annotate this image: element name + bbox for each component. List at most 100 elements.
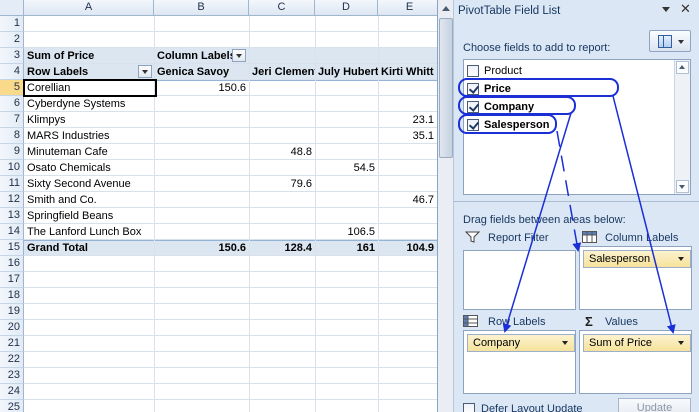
pivot-value-label[interactable]: Sum of Price bbox=[27, 48, 153, 64]
pivot-value-cell[interactable] bbox=[154, 224, 249, 240]
report-filter-area[interactable] bbox=[463, 250, 576, 310]
pivot-value-cell[interactable]: 46.7 bbox=[378, 192, 437, 208]
pivot-value-cell[interactable] bbox=[154, 96, 249, 112]
pivot-value-cell[interactable] bbox=[378, 144, 437, 160]
select-all-corner[interactable] bbox=[0, 0, 24, 16]
pivot-value-cell[interactable] bbox=[154, 112, 249, 128]
pivot-value-cell[interactable] bbox=[315, 144, 378, 160]
pivot-value-cell[interactable] bbox=[378, 80, 437, 96]
row-header[interactable]: 1 bbox=[0, 16, 24, 32]
grand-total-cell[interactable]: 161 bbox=[315, 240, 378, 256]
column-header-b[interactable]: B bbox=[154, 0, 249, 16]
column-header-d[interactable]: D bbox=[315, 0, 378, 16]
row-header[interactable]: 18 bbox=[0, 288, 24, 304]
pivot-value-cell[interactable]: 48.8 bbox=[249, 144, 315, 160]
values-item-sum-of-price[interactable]: Sum of Price bbox=[583, 334, 691, 352]
company-row-label[interactable]: Osato Chemicals bbox=[27, 160, 153, 176]
row-header[interactable]: 11 bbox=[0, 176, 24, 192]
pivot-value-cell[interactable] bbox=[378, 208, 437, 224]
sheet-vertical-scrollbar[interactable] bbox=[438, 0, 454, 412]
pivot-value-cell[interactable] bbox=[315, 176, 378, 192]
pivot-value-cell[interactable] bbox=[249, 96, 315, 112]
salesperson-header[interactable]: Genica Savoy bbox=[157, 64, 249, 80]
column-labels-item-salesperson[interactable]: Salesperson bbox=[583, 250, 691, 268]
scroll-up-icon[interactable] bbox=[439, 2, 453, 16]
pivot-value-cell[interactable] bbox=[378, 176, 437, 192]
row-header[interactable]: 23 bbox=[0, 368, 24, 384]
pivot-value-cell[interactable]: 23.1 bbox=[378, 112, 437, 128]
pivot-value-cell[interactable] bbox=[154, 160, 249, 176]
row-header[interactable]: 16 bbox=[0, 256, 24, 272]
scroll-thumb[interactable] bbox=[439, 18, 453, 158]
field-list-scrollbar[interactable] bbox=[674, 60, 690, 194]
pivot-value-cell[interactable] bbox=[154, 176, 249, 192]
grand-total-cell[interactable]: 150.6 bbox=[154, 240, 249, 256]
row-header[interactable]: 10 bbox=[0, 160, 24, 176]
row-header[interactable]: 9 bbox=[0, 144, 24, 160]
pivot-value-cell[interactable]: 106.5 bbox=[315, 224, 378, 240]
pivot-value-cell[interactable] bbox=[315, 192, 378, 208]
scroll-down-icon[interactable] bbox=[676, 180, 689, 193]
pivot-value-cell[interactable] bbox=[249, 80, 315, 96]
pivot-value-cell[interactable] bbox=[249, 160, 315, 176]
pivot-value-cell[interactable] bbox=[249, 224, 315, 240]
row-labels-filter-icon[interactable] bbox=[138, 65, 152, 78]
pivot-value-cell[interactable] bbox=[378, 160, 437, 176]
spreadsheet[interactable]: A B C D E 1 2 3 4 5 6 7 8 9 10 11 12 13 14 15 16 17 18 19 2… bbox=[0, 0, 437, 412]
pivot-value-cell[interactable] bbox=[154, 144, 249, 160]
row-header[interactable]: 22 bbox=[0, 352, 24, 368]
row-header[interactable]: 25 bbox=[0, 400, 24, 412]
row-header[interactable]: 5 bbox=[0, 80, 24, 96]
column-header-e[interactable]: E bbox=[378, 0, 437, 16]
grand-total-cell[interactable]: 128.4 bbox=[249, 240, 315, 256]
pivot-value-cell[interactable] bbox=[249, 128, 315, 144]
company-row-label[interactable]: The Lanford Lunch Box bbox=[27, 224, 153, 240]
row-header[interactable]: 6 bbox=[0, 96, 24, 112]
row-header[interactable]: 24 bbox=[0, 384, 24, 400]
pivot-value-cell[interactable] bbox=[154, 192, 249, 208]
pivot-value-cell[interactable]: 35.1 bbox=[378, 128, 437, 144]
pivot-value-cell[interactable] bbox=[315, 128, 378, 144]
row-header[interactable]: 13 bbox=[0, 208, 24, 224]
company-row-label[interactable]: Klimpys bbox=[27, 112, 153, 128]
company-row-label[interactable]: Cyberdyne Systems bbox=[27, 96, 153, 112]
company-row-label[interactable]: Springfield Beans bbox=[27, 208, 153, 224]
row-header[interactable]: 15 bbox=[0, 240, 24, 256]
pivot-value-cell[interactable] bbox=[249, 192, 315, 208]
pivot-value-cell[interactable]: 79.6 bbox=[249, 176, 315, 192]
pivot-value-cell[interactable] bbox=[154, 208, 249, 224]
pivot-value-cell[interactable] bbox=[315, 96, 378, 112]
pivot-value-cell[interactable] bbox=[154, 128, 249, 144]
pivot-value-cell[interactable] bbox=[249, 208, 315, 224]
pivot-value-cell[interactable] bbox=[315, 208, 378, 224]
pivot-value-cell[interactable] bbox=[315, 80, 378, 96]
pivot-value-cell[interactable] bbox=[315, 112, 378, 128]
values-area[interactable]: Sum of Price bbox=[579, 330, 692, 394]
chevron-down-icon[interactable] bbox=[562, 341, 568, 345]
pivot-value-cell[interactable] bbox=[378, 96, 437, 112]
salesperson-header[interactable]: Kirti Whitt bbox=[381, 64, 437, 80]
pivot-value-cell[interactable]: 150.6 bbox=[154, 80, 249, 96]
row-header[interactable]: 12 bbox=[0, 192, 24, 208]
pivot-value-cell[interactable]: 54.5 bbox=[315, 160, 378, 176]
row-header[interactable]: 3 bbox=[0, 48, 24, 64]
row-header[interactable]: 21 bbox=[0, 336, 24, 352]
row-labels-area[interactable]: Company bbox=[463, 330, 576, 394]
column-labels-filter-icon[interactable] bbox=[232, 49, 246, 62]
close-icon[interactable]: ✕ bbox=[680, 2, 691, 16]
row-header[interactable]: 7 bbox=[0, 112, 24, 128]
update-button[interactable]: Update bbox=[618, 398, 691, 412]
chevron-down-icon[interactable] bbox=[678, 257, 684, 261]
pane-menu-icon[interactable] bbox=[662, 7, 670, 12]
row-header[interactable]: 2 bbox=[0, 32, 24, 48]
salesperson-header[interactable]: July Hubert bbox=[318, 64, 378, 80]
row-labels-item-company[interactable]: Company bbox=[467, 334, 575, 352]
row-header[interactable]: 8 bbox=[0, 128, 24, 144]
row-header[interactable]: 4 bbox=[0, 64, 24, 80]
row-header[interactable]: 20 bbox=[0, 320, 24, 336]
field-checkbox[interactable] bbox=[467, 65, 479, 77]
row-header[interactable]: 19 bbox=[0, 304, 24, 320]
pivot-value-cell[interactable] bbox=[378, 224, 437, 240]
pane-splitter[interactable] bbox=[454, 201, 699, 205]
pivot-value-cell[interactable] bbox=[249, 112, 315, 128]
